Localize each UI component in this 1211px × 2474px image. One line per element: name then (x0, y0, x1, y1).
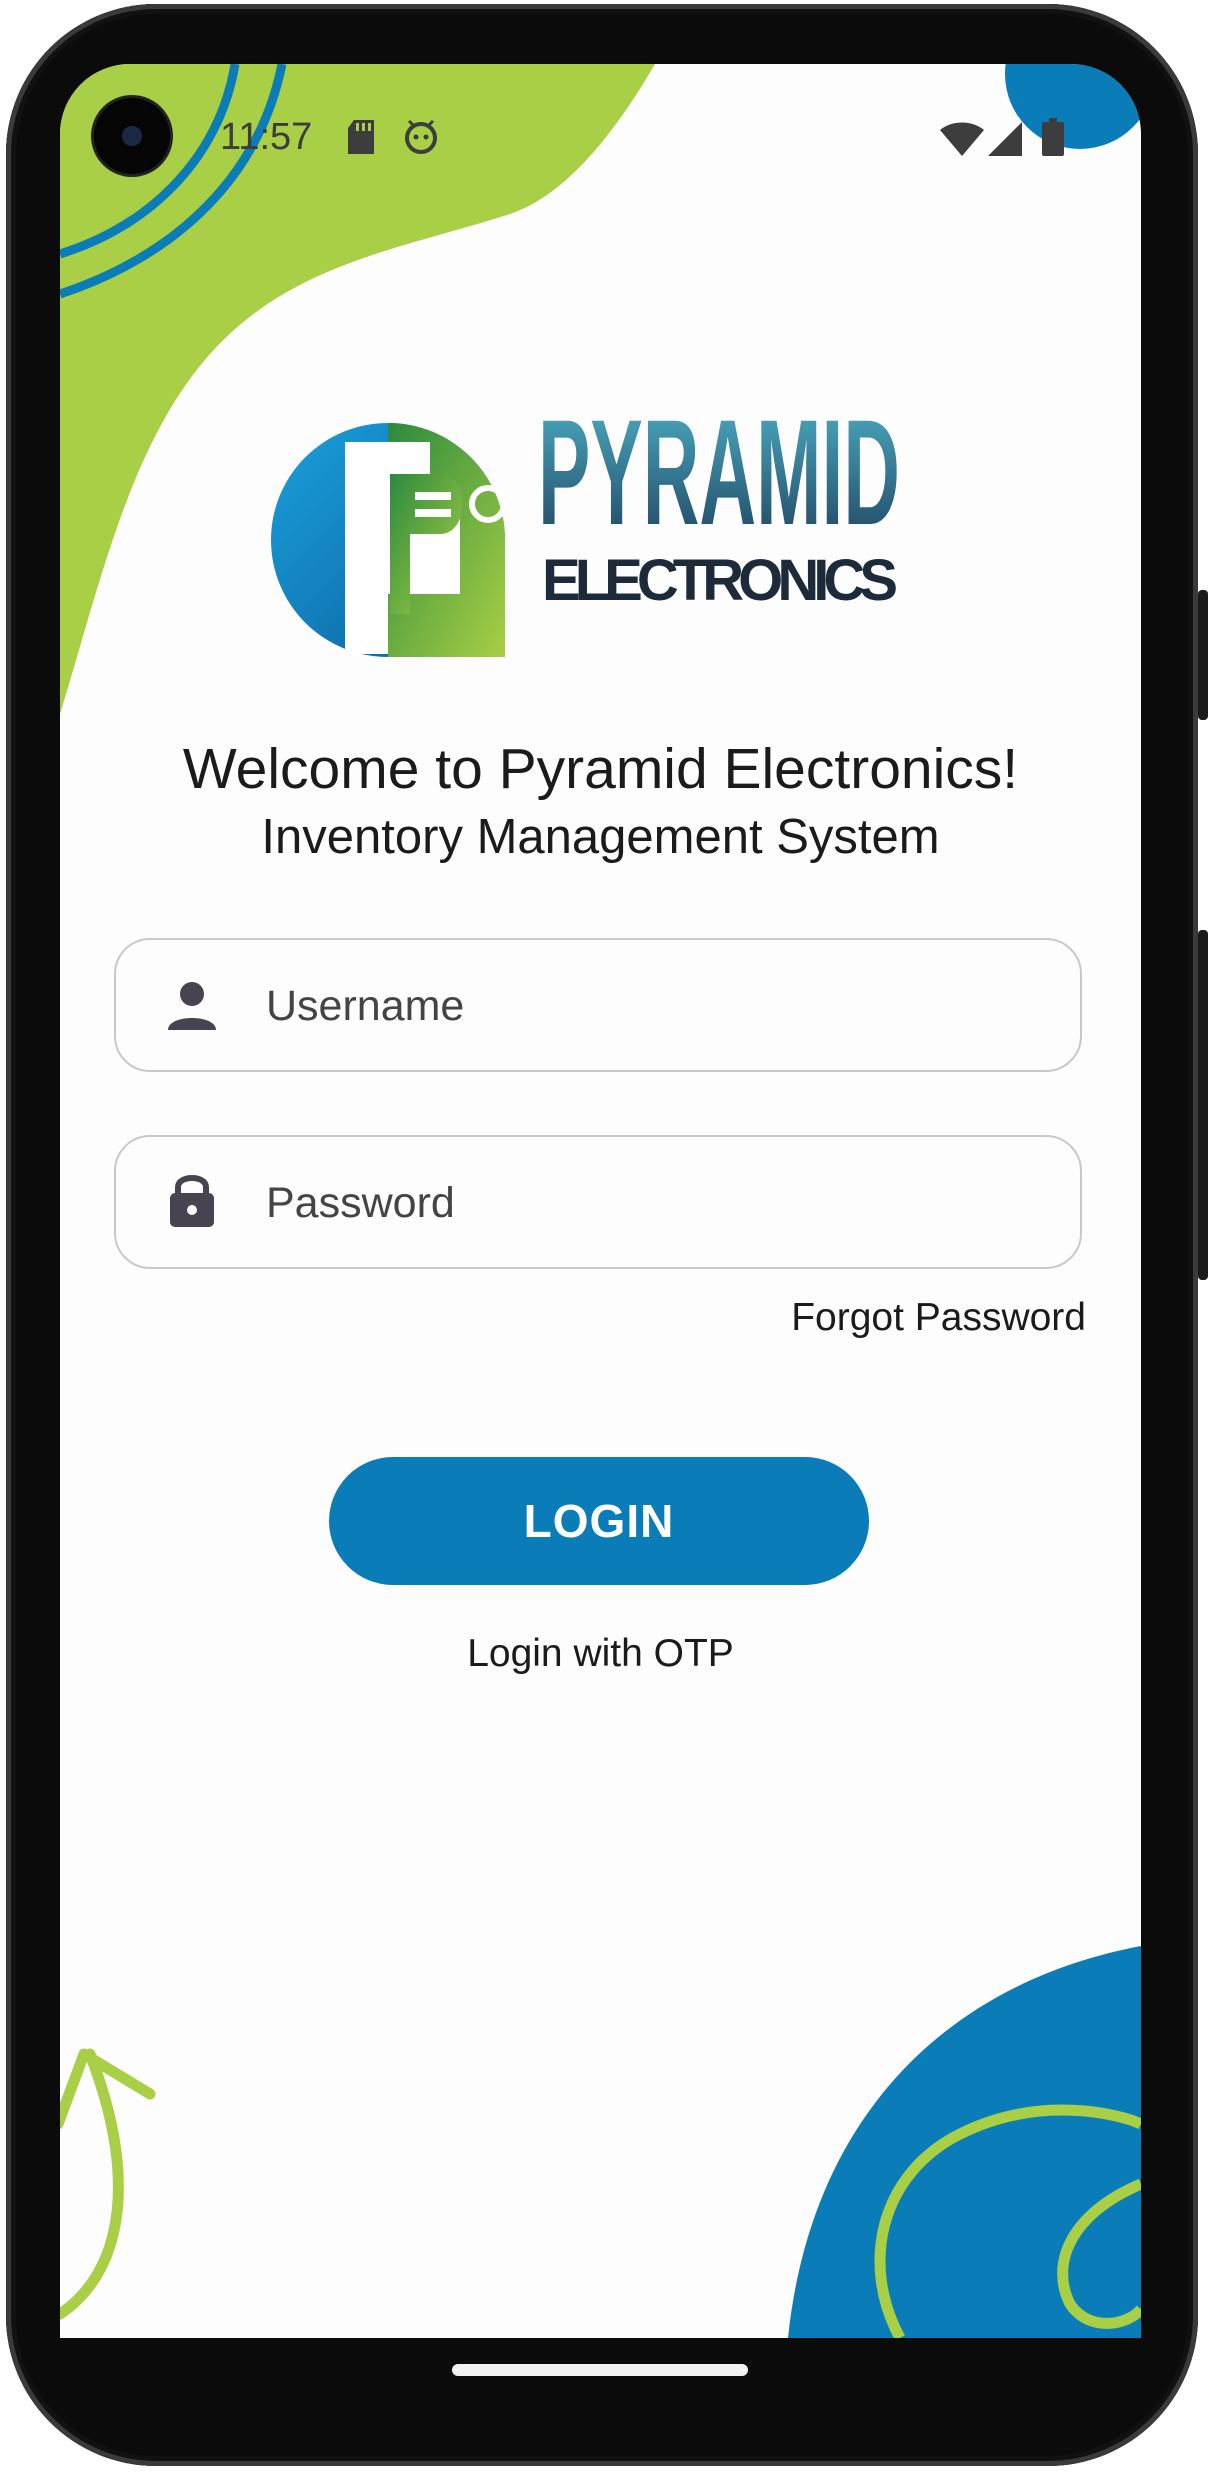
logo-emblem-icon (271, 423, 507, 657)
pyramid-electronics-logo: PYRAMID ELECTRONICS (270, 384, 930, 704)
username-input[interactable]: Username (266, 982, 464, 1031)
battery-icon (1042, 118, 1064, 156)
password-input[interactable]: Password (266, 1179, 455, 1228)
forgot-password-link[interactable]: Forgot Password (791, 1296, 1086, 1340)
username-field[interactable]: Username (114, 938, 1082, 1072)
logo-name: PYRAMID (538, 388, 900, 556)
bottom-right-blue-blob (788, 1946, 1141, 2338)
login-button[interactable]: LOGIN (329, 1457, 869, 1585)
status-bar: 11:57 (60, 64, 1141, 204)
cell-signal-icon (988, 122, 1022, 156)
password-field[interactable]: Password (114, 1135, 1082, 1269)
app-subtitle: Inventory Management System (261, 810, 940, 864)
front-camera-icon (94, 98, 170, 174)
android-face-icon (405, 120, 437, 154)
welcome-title: Welcome to Pyramid Electronics! (182, 737, 1019, 801)
home-indicator[interactable] (452, 2364, 748, 2376)
login-with-otp-link[interactable]: Login with OTP (60, 1632, 1141, 1676)
logo-tagline: ELECTRONICS (542, 548, 898, 613)
status-time: 11:57 (220, 116, 313, 158)
wifi-icon (940, 122, 984, 156)
app-screen: 11:57 PYRAMID ELECTRONICS Welcome to Pyr… (60, 64, 1141, 2338)
lock-icon (170, 1175, 214, 1227)
volume-button (1198, 930, 1208, 1280)
person-icon (168, 982, 216, 1030)
phone-device: 11:57 PYRAMID ELECTRONICS Welcome to Pyr… (0, 0, 1211, 2474)
sd-card-icon (348, 120, 374, 154)
power-button (1198, 590, 1208, 720)
